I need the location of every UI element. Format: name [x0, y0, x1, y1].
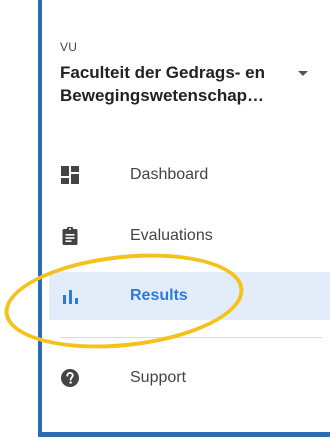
help-icon: [60, 368, 80, 388]
dashboard-icon: [60, 165, 80, 185]
nav-item-label: Support: [130, 369, 187, 386]
clipboard-icon: [60, 226, 80, 246]
nav-item-evaluations[interactable]: Evaluations: [49, 212, 330, 260]
nav-divider: [60, 337, 322, 338]
nav-item-label: Dashboard: [130, 166, 209, 183]
org-switcher[interactable]: Faculteit der Gedrags- en Bewegingsweten…: [60, 61, 290, 107]
app-frame: VU Faculteit der Gedrags- en Bewegingswe…: [0, 0, 330, 437]
nav-item-support[interactable]: Support: [49, 354, 330, 402]
nav-item-label: Results: [130, 287, 188, 304]
bar-chart-icon: [60, 286, 80, 306]
nav-item-results[interactable]: Results: [49, 272, 330, 320]
nav-item-label: Evaluations: [130, 227, 213, 244]
frame-border-left: [38, 0, 42, 437]
org-short-name: VU: [60, 40, 78, 54]
chevron-down-icon[interactable]: [298, 71, 308, 76]
frame-border-bottom: [38, 432, 330, 437]
nav-item-dashboard[interactable]: Dashboard: [49, 151, 330, 199]
